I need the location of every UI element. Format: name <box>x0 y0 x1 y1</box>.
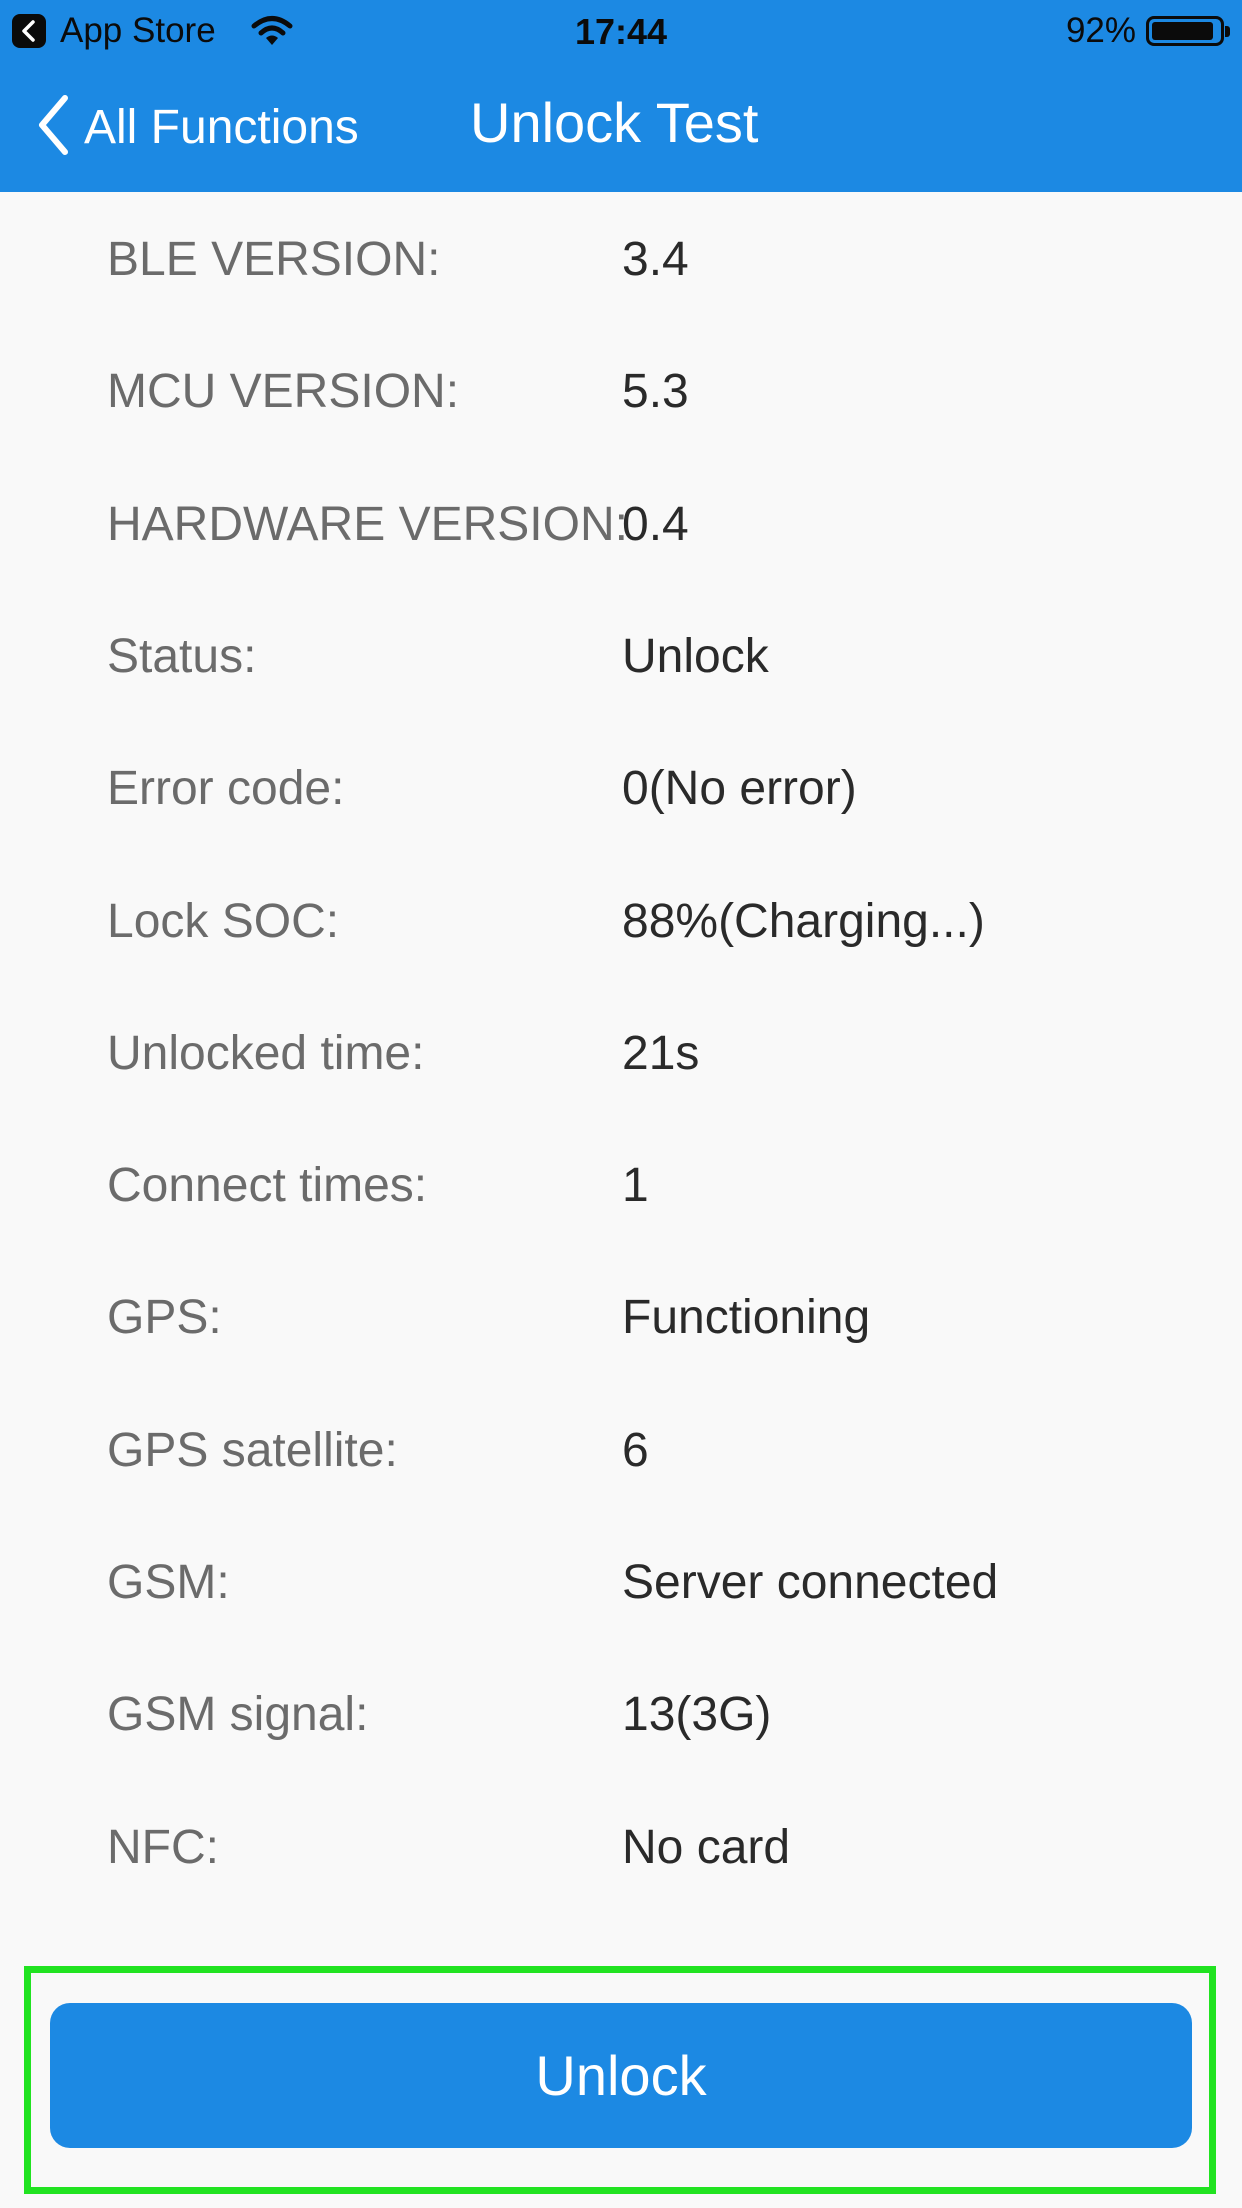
info-row: GSM signal: 13(3G) <box>0 1647 1242 1779</box>
info-label: GPS: <box>107 1291 222 1345</box>
info-value: 1 <box>622 1159 649 1213</box>
info-value: Unlock <box>622 629 769 683</box>
info-value: 5.3 <box>622 365 689 419</box>
info-label: HARDWARE VERSION: <box>107 497 628 551</box>
info-label: BLE VERSION: <box>107 233 441 286</box>
info-value: Functioning <box>622 1291 871 1345</box>
info-row: HARDWARE VERSION: 0.4 <box>0 457 1242 589</box>
info-row: GPS: Functioning <box>0 1250 1242 1382</box>
info-label: Connect times: <box>107 1159 428 1213</box>
status-bar: App Store 17:44 92% <box>0 0 1242 62</box>
unlock-button[interactable]: Unlock <box>50 2003 1192 2148</box>
info-label: GSM signal: <box>107 1688 369 1742</box>
battery-percent: 92% <box>1065 11 1136 50</box>
info-label: GSM: <box>107 1556 230 1609</box>
info-label: Status: <box>107 629 257 683</box>
info-value: 13(3G) <box>622 1688 772 1742</box>
info-row: Connect times: 1 <box>0 1118 1242 1250</box>
info-value: 88%(Charging...) <box>622 894 985 948</box>
battery-fill <box>1152 22 1213 40</box>
info-row: MCU VERSION: 5.3 <box>0 324 1242 456</box>
info-label: GPS satellite: <box>107 1423 398 1477</box>
info-row: Unlocked time: 21s <box>0 986 1242 1118</box>
info-value: 0(No error) <box>622 762 857 816</box>
info-value: 3.4 <box>622 233 689 286</box>
back-button-label: All Functions <box>84 100 359 154</box>
info-row: GPS satellite: 6 <box>0 1383 1242 1515</box>
info-label: Unlocked time: <box>107 1026 425 1080</box>
battery-icon <box>1146 16 1230 46</box>
info-value: 21s <box>622 1026 700 1080</box>
page-title: Unlock Test <box>470 91 759 154</box>
battery-nub <box>1225 26 1230 37</box>
info-label: NFC: <box>107 1820 219 1874</box>
info-label: Lock SOC: <box>107 894 340 948</box>
nav-bar: All Functions Unlock Test <box>0 62 1242 192</box>
info-value: 0.4 <box>622 497 689 551</box>
info-value: Server connected <box>622 1556 999 1609</box>
info-label: MCU VERSION: <box>107 365 460 419</box>
info-row: Error code: 0(No error) <box>0 721 1242 853</box>
info-row: GSM: Server connected <box>0 1515 1242 1647</box>
info-value: 6 <box>622 1423 649 1477</box>
info-row: Status: Unlock <box>0 589 1242 721</box>
back-button[interactable]: All Functions <box>36 92 359 162</box>
screen: App Store 17:44 92% All Functions Unlock… <box>0 0 1242 2208</box>
info-row: Lock SOC: 88%(Charging...) <box>0 854 1242 986</box>
status-time: 17:44 <box>574 11 668 52</box>
info-row: BLE VERSION: 3.4 <box>0 192 1242 324</box>
chevron-left-icon <box>36 94 70 161</box>
info-row: NFC: No card <box>0 1780 1242 1912</box>
info-label: Error code: <box>107 762 345 816</box>
header: App Store 17:44 92% All Functions Unlock… <box>0 0 1242 192</box>
info-value: No card <box>622 1820 791 1874</box>
